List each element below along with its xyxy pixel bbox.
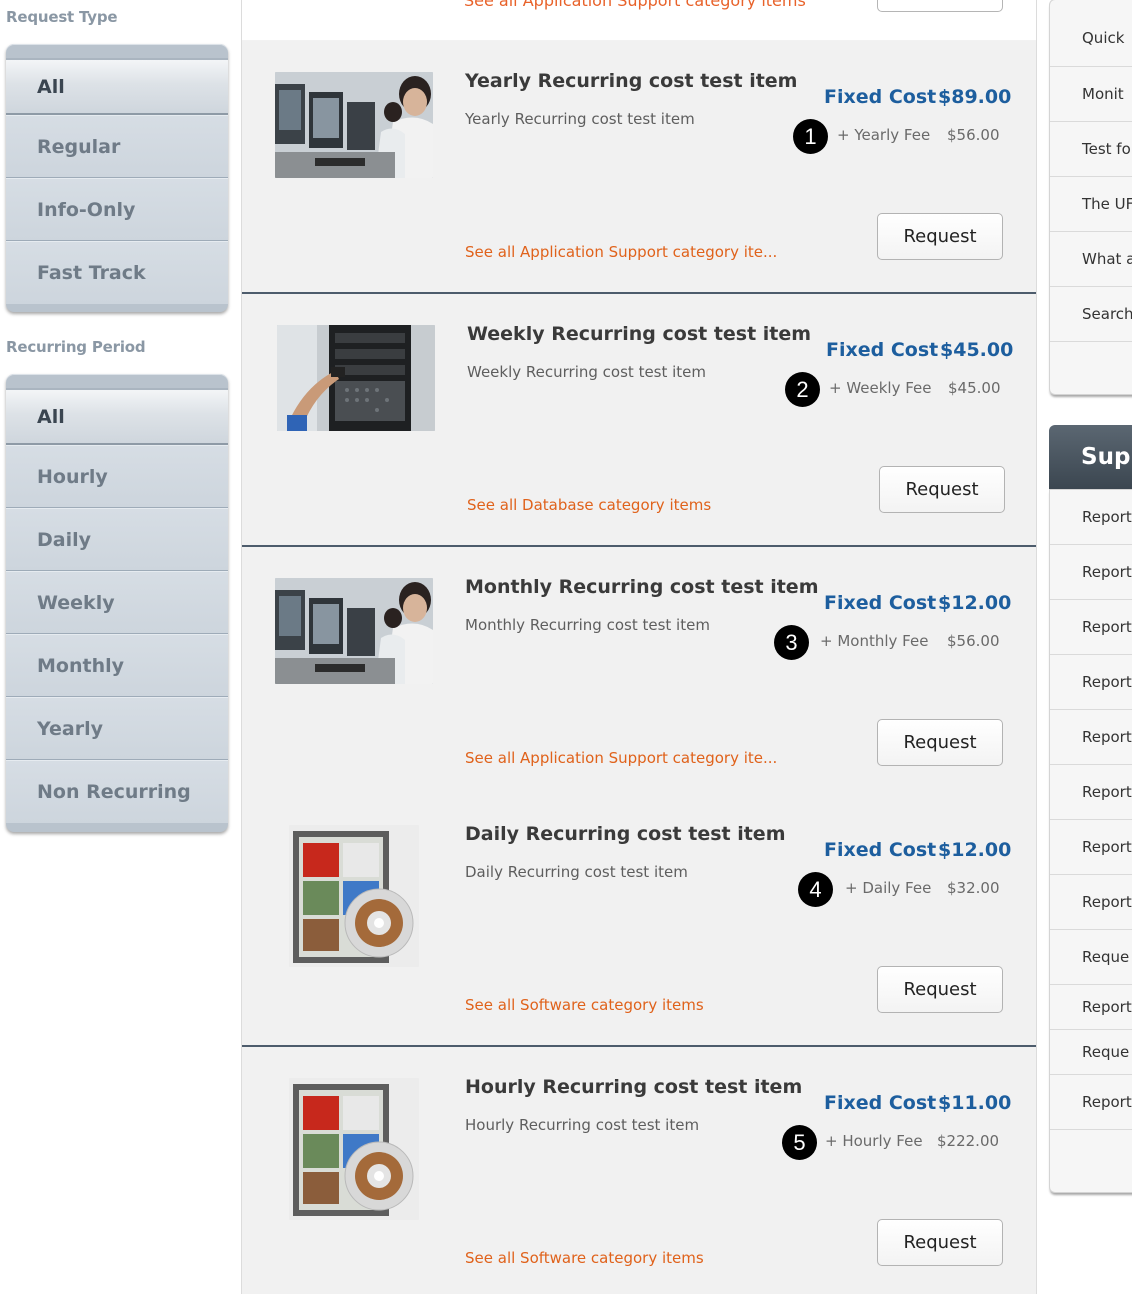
quick-link[interactable]: What a [1050,232,1132,287]
fixed-cost-label: Fixed Cost [826,339,939,361]
support-link[interactable]: Report [1050,600,1132,655]
recurring-fee-label: + Monthly Fee [820,632,929,650]
fixed-cost-label: Fixed Cost [824,86,937,108]
request-type-all[interactable]: All [6,58,228,115]
recurring-period-hourly[interactable]: Hourly [6,445,228,508]
quick-link [1050,342,1132,397]
item-title[interactable]: Hourly Recurring cost test item [465,1076,802,1098]
support-link [1050,1130,1132,1185]
item-description: Monthly Recurring cost test item [465,616,710,634]
recurring-period-weekly[interactable]: Weekly [6,571,228,634]
item-title[interactable]: Daily Recurring cost test item [465,823,786,845]
recurring-period-filter: All Hourly Daily Weekly Monthly Yearly N… [6,374,228,832]
recurring-fee-amount: $56.00 [947,126,1000,144]
recurring-period-non-recurring[interactable]: Non Recurring [6,760,228,823]
previous-item-partial: See all Application Support category ite… [242,0,1036,40]
request-type-filter: All Regular Info-Only Fast Track [6,44,228,312]
recurring-fee-label: + Hourly Fee [825,1132,923,1150]
item-description: Hourly Recurring cost test item [465,1116,700,1134]
recurring-fee-label: + Weekly Fee [829,379,932,397]
recurring-period-heading: Recurring Period [6,338,146,356]
recurring-fee-amount: $32.00 [947,879,1000,897]
item-title[interactable]: Monthly Recurring cost test item [465,576,819,598]
item-title[interactable]: Weekly Recurring cost test item [467,323,811,345]
item-description: Yearly Recurring cost test item [465,110,695,128]
recurring-period-yearly[interactable]: Yearly [6,697,228,760]
support-links-panel: Report Report Report Report Report Repor… [1049,489,1132,1193]
recurring-fee-amount: $45.00 [948,379,1001,397]
request-button[interactable]: Request [877,213,1003,260]
quick-link[interactable]: Monit [1050,67,1132,122]
request-button[interactable]: Request [879,466,1005,513]
see-all-category-link[interactable]: See all Application Support category ite… [465,243,777,261]
support-link[interactable]: Report [1050,820,1132,875]
request-button[interactable] [877,0,1003,12]
recurring-period-monthly[interactable]: Monthly [6,634,228,697]
see-all-category-link[interactable]: See all Software category items [465,996,704,1014]
support-link[interactable]: Report [1050,655,1132,710]
quick-link[interactable]: Search [1050,287,1132,342]
category-link[interactable]: See all Application Support category ite… [464,0,806,10]
catalog-item: Hourly Recurring cost test item Hourly R… [242,1047,1036,1294]
request-button[interactable]: Request [877,719,1003,766]
callout-number: 1 [793,119,828,154]
see-all-category-link[interactable]: See all Database category items [467,496,711,514]
quick-link[interactable]: Test fo [1050,122,1132,177]
recurring-fee-amount: $222.00 [937,1132,1000,1150]
call-center-photo[interactable] [275,578,433,684]
support-link[interactable]: Report [1050,765,1132,820]
support-panel-header: Supp [1049,425,1132,489]
call-center-photo[interactable] [275,72,433,178]
callout-number: 4 [798,872,833,907]
service-catalog-page: Request Type All Regular Info-Only Fast … [0,0,1132,1294]
fixed-cost-label: Fixed Cost [824,839,937,861]
support-link[interactable]: Report [1050,985,1132,1030]
item-description: Daily Recurring cost test item [465,863,688,881]
see-all-category-link[interactable]: See all Application Support category ite… [465,749,777,767]
see-all-category-link[interactable]: See all Software category items [465,1249,704,1267]
quick-link[interactable]: The UF [1050,177,1132,232]
support-link[interactable]: Report [1050,545,1132,600]
quick-links-panel: Quick Monit Test fo The UF What a Search [1049,0,1132,395]
support-link[interactable]: Report [1050,1075,1132,1130]
request-button[interactable]: Request [877,966,1003,1013]
catalog-item: Monthly Recurring cost test item Monthly… [242,547,1036,800]
recurring-fee-label: + Yearly Fee [837,126,931,144]
fixed-cost-value: $45.00 [940,339,1014,361]
request-type-fast-track[interactable]: Fast Track [6,241,228,304]
server-rack-photo[interactable] [277,325,435,431]
catalog-item: Yearly Recurring cost test item Yearly R… [242,41,1036,294]
item-description: Weekly Recurring cost test item [467,363,707,381]
request-type-regular[interactable]: Regular [6,115,228,178]
request-type-heading: Request Type [6,8,118,26]
catalog-item: Daily Recurring cost test item Daily Rec… [242,794,1036,1047]
support-link[interactable]: Report [1050,710,1132,765]
recurring-fee-label: + Daily Fee [845,879,932,897]
support-link[interactable]: Reque [1050,1030,1132,1075]
catalog-list: See all Application Support category ite… [241,0,1037,1294]
item-title[interactable]: Yearly Recurring cost test item [465,70,797,92]
recurring-period-all[interactable]: All [6,388,228,445]
fixed-cost-value: $11.00 [938,1092,1012,1114]
recurring-fee-amount: $56.00 [947,632,1000,650]
recurring-period-daily[interactable]: Daily [6,508,228,571]
fixed-cost-label: Fixed Cost [824,1092,937,1114]
catalog-item: Weekly Recurring cost test item Weekly R… [242,294,1036,547]
fixed-cost-label: Fixed Cost [824,592,937,614]
quick-link[interactable]: Quick [1050,0,1132,67]
support-link[interactable]: Report [1050,875,1132,930]
callout-number: 5 [782,1125,817,1160]
fixed-cost-value: $89.00 [938,86,1012,108]
software-box-photo[interactable] [289,825,419,967]
request-button[interactable]: Request [877,1219,1003,1266]
software-box-photo[interactable] [289,1078,419,1220]
support-link[interactable]: Report [1050,490,1132,545]
callout-number: 2 [785,372,820,407]
fixed-cost-value: $12.00 [938,839,1012,861]
request-type-info-only[interactable]: Info-Only [6,178,228,241]
callout-number: 3 [774,625,809,660]
fixed-cost-value: $12.00 [938,592,1012,614]
support-link[interactable]: Reque [1050,930,1132,985]
